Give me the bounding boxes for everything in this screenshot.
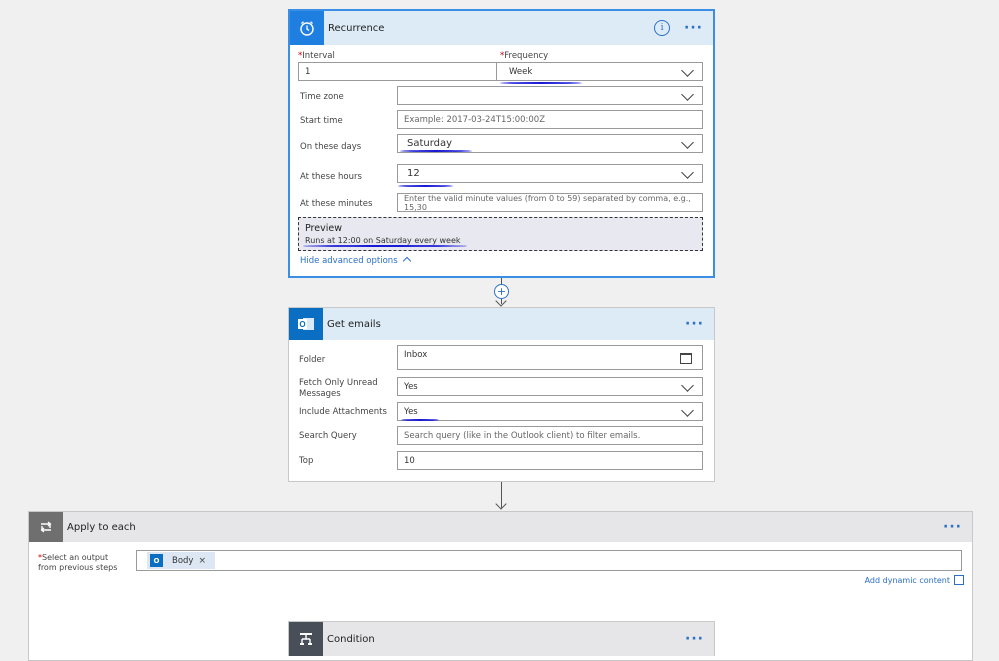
get-emails-title: Get emails <box>327 318 381 330</box>
condition-header[interactable]: Condition ··· <box>289 622 714 656</box>
chevron-up-icon <box>403 256 412 266</box>
more-options-icon[interactable]: ··· <box>685 316 704 332</box>
attachments-label: Include Attachments <box>299 407 387 417</box>
minutes-input[interactable]: Enter the valid minute values (from 0 to… <box>397 193 703 212</box>
apply-to-each-title: Apply to each <box>67 521 136 533</box>
attachments-select[interactable]: Yes <box>397 402 703 421</box>
annotation-underline <box>401 419 439 421</box>
get-emails-card[interactable]: O Get emails ··· Folder Inbox Fetch Only… <box>288 307 715 482</box>
get-emails-header[interactable]: O Get emails ··· <box>289 308 714 340</box>
svg-text:O: O <box>299 320 305 329</box>
select-output-label: *Select an output from previous steps <box>38 553 118 572</box>
preview-text: Runs at 12:00 on Saturday every week <box>305 236 461 245</box>
condition-icon <box>289 622 323 656</box>
more-options-icon[interactable]: ··· <box>685 631 704 647</box>
folder-label: Folder <box>299 355 326 365</box>
chevron-down-icon <box>681 404 694 417</box>
outlook-icon: O <box>150 554 163 567</box>
interval-label: *Interval <box>298 51 335 61</box>
annotation-underline <box>303 245 467 247</box>
chevron-down-icon <box>681 88 694 101</box>
condition-title: Condition <box>327 633 375 645</box>
annotation-underline <box>398 185 453 187</box>
add-dynamic-content-link[interactable]: Add dynamic content <box>865 575 964 585</box>
search-query-label: Search Query <box>299 431 357 441</box>
dynamic-content-icon <box>954 575 964 585</box>
preview-box: Preview Runs at 12:00 on Saturday every … <box>298 217 703 251</box>
condition-card[interactable]: Condition ··· <box>288 621 715 656</box>
select-output-input[interactable]: O Body × <box>136 550 962 571</box>
unread-select[interactable]: Yes <box>397 377 703 396</box>
recurrence-card[interactable]: Recurrence i ··· *Interval 1 *Frequency … <box>288 9 715 278</box>
folder-input[interactable]: Inbox <box>397 345 703 370</box>
arrow-down-icon <box>495 498 507 510</box>
folder-picker-icon[interactable] <box>680 353 692 364</box>
hide-advanced-options-link[interactable]: Hide advanced options <box>300 256 412 266</box>
hours-select[interactable]: 12 <box>397 164 703 183</box>
chevron-down-icon <box>681 166 694 179</box>
timezone-label: Time zone <box>300 92 344 102</box>
interval-input[interactable]: 1 <box>298 62 498 81</box>
frequency-select[interactable]: Week <box>496 62 703 81</box>
frequency-label: *Frequency <box>500 51 549 61</box>
more-options-icon[interactable]: ··· <box>943 519 962 535</box>
more-options-icon[interactable]: ··· <box>684 20 703 36</box>
start-time-label: Start time <box>300 116 343 126</box>
chevron-down-icon <box>681 379 694 392</box>
recurrence-header[interactable]: Recurrence i ··· <box>290 11 713 45</box>
days-label: On these days <box>300 142 362 152</box>
search-query-input[interactable]: Search query (like in the Outlook client… <box>397 426 703 445</box>
annotation-underline <box>400 150 472 152</box>
top-label: Top <box>299 456 314 466</box>
timezone-select[interactable] <box>397 86 703 105</box>
start-time-input[interactable]: Example: 2017-03-24T15:00:00Z <box>397 110 703 129</box>
outlook-icon: O <box>289 308 323 340</box>
chevron-down-icon <box>681 64 694 77</box>
annotation-underline <box>500 82 582 84</box>
minutes-label: At these minutes <box>300 199 373 209</box>
apply-to-each-header[interactable]: Apply to each ··· <box>29 512 972 542</box>
remove-token-icon[interactable]: × <box>198 556 206 566</box>
body-token[interactable]: O Body × <box>147 552 215 569</box>
body-token-label: Body <box>172 555 194 566</box>
info-icon[interactable]: i <box>654 20 671 36</box>
loop-icon <box>29 512 63 542</box>
alarm-clock-icon <box>290 11 324 45</box>
preview-title: Preview <box>305 223 342 234</box>
chevron-down-icon <box>681 136 694 149</box>
recurrence-title: Recurrence <box>328 22 385 34</box>
hours-label: At these hours <box>300 172 362 182</box>
unread-label: Fetch Only Unread Messages <box>299 378 378 399</box>
top-input[interactable]: 10 <box>397 451 703 470</box>
